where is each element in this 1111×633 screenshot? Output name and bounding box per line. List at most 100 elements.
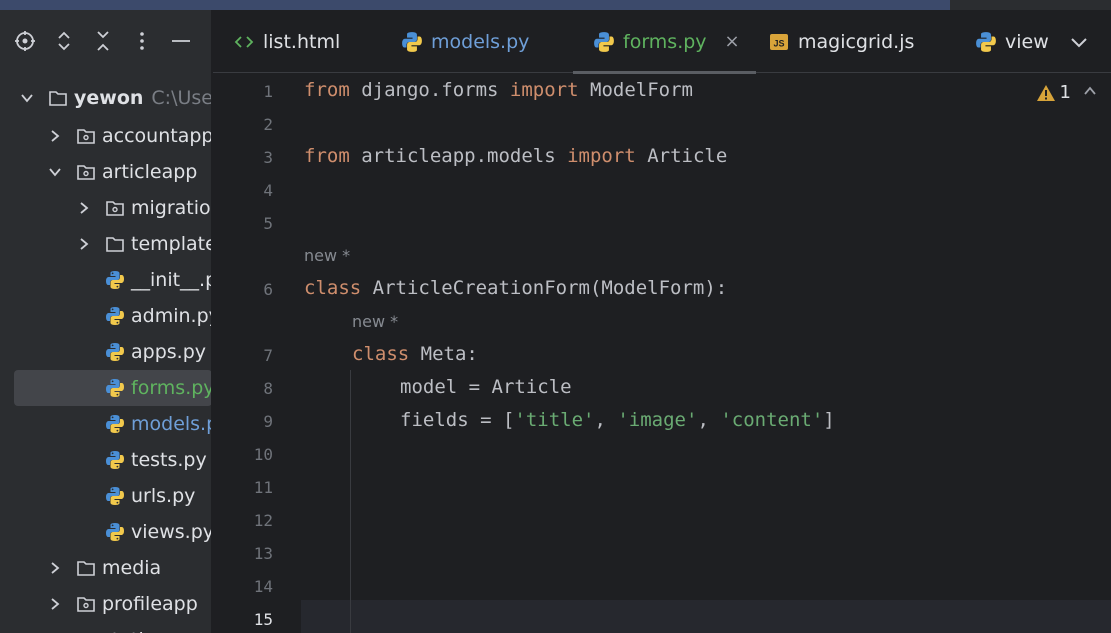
editor-tabs: list.html models.py forms.py × JS magicg… bbox=[213, 10, 1111, 74]
line-number: 11 bbox=[253, 478, 273, 497]
line-number: 7 bbox=[263, 346, 273, 365]
tree-item-project-root[interactable]: yewon C:\Use bbox=[0, 80, 212, 116]
keyword: import bbox=[509, 79, 579, 101]
tree-item-articleapp[interactable]: articleapp bbox=[0, 154, 211, 190]
package-icon bbox=[76, 126, 96, 146]
keyword: class bbox=[352, 343, 410, 365]
close-icon[interactable]: × bbox=[725, 31, 740, 52]
code-line[interactable]: fields = ['title', 'image', 'content'] bbox=[400, 409, 835, 431]
inspection-widget[interactable]: 1 bbox=[1036, 82, 1097, 103]
chevron-right-icon[interactable] bbox=[48, 597, 62, 611]
crosshair-icon[interactable] bbox=[14, 30, 36, 52]
tree-item-init-py[interactable]: __init__.p bbox=[0, 262, 211, 298]
indent-guide bbox=[350, 370, 351, 633]
svg-text:JS: JS bbox=[773, 38, 784, 48]
line-number: 2 bbox=[263, 115, 273, 134]
code-line[interactable]: class ArticleCreationForm(ModelForm): bbox=[304, 277, 727, 299]
tree-item-accountapp[interactable]: accountapp bbox=[0, 118, 211, 154]
python-icon bbox=[105, 450, 125, 470]
warning-count: 1 bbox=[1059, 82, 1071, 103]
project-tree: yewon C:\Use accountapp articleapp migra… bbox=[0, 80, 212, 633]
expand-icon[interactable] bbox=[53, 30, 75, 52]
chevron-right-icon[interactable] bbox=[48, 561, 62, 575]
chevron-right-icon[interactable] bbox=[77, 201, 91, 215]
code-line[interactable]: model = Article bbox=[400, 376, 572, 398]
python-icon bbox=[975, 31, 997, 53]
tree-item-tests-py[interactable]: tests.py bbox=[0, 442, 211, 478]
code-text: ModelForm bbox=[578, 79, 693, 101]
tree-item-label: migration bbox=[131, 197, 211, 219]
tree-item-templates[interactable]: template bbox=[0, 226, 212, 262]
tab-forms-py[interactable]: forms.py × bbox=[573, 10, 756, 74]
package-icon bbox=[76, 162, 96, 182]
python-icon bbox=[105, 342, 125, 362]
js-icon: JS bbox=[768, 31, 790, 53]
project-path: C:\Use bbox=[151, 87, 212, 109]
code-text: django.forms bbox=[349, 79, 510, 101]
string-literal: 'image' bbox=[617, 409, 698, 431]
line-number: 6 bbox=[263, 280, 273, 299]
chevron-down-icon[interactable] bbox=[20, 91, 34, 105]
python-icon bbox=[105, 522, 125, 542]
python-icon bbox=[105, 414, 125, 434]
chevron-down-icon[interactable] bbox=[48, 165, 62, 179]
tree-item-label: forms.py bbox=[131, 377, 212, 399]
line-number: 9 bbox=[263, 412, 273, 431]
tree-item-label: profileapp bbox=[102, 593, 198, 615]
collapse-icon[interactable] bbox=[92, 30, 114, 52]
line-number: 3 bbox=[263, 148, 273, 167]
package-icon bbox=[76, 594, 96, 614]
tab-models-py[interactable]: models.py bbox=[401, 10, 529, 73]
tree-item-apps-py[interactable]: apps.py bbox=[0, 334, 211, 370]
python-icon bbox=[593, 31, 615, 53]
chevron-right-icon[interactable] bbox=[77, 237, 91, 251]
tree-item-label: urls.py bbox=[131, 485, 196, 507]
tab-views-py[interactable]: view bbox=[975, 10, 1049, 73]
tree-item-profileapp[interactable]: profileapp bbox=[0, 586, 211, 622]
tab-magicgrid-js[interactable]: JS magicgrid.js bbox=[768, 10, 914, 73]
more-vertical-icon[interactable] bbox=[131, 30, 153, 52]
chevron-down-icon[interactable] bbox=[1067, 30, 1091, 54]
tree-item-migrations[interactable]: migration bbox=[0, 190, 211, 226]
tree-item-admin-py[interactable]: admin.py bbox=[0, 298, 211, 334]
line-number: 10 bbox=[253, 445, 273, 464]
tree-item-views-py[interactable]: views.py bbox=[0, 514, 212, 550]
code-text: ] bbox=[823, 409, 835, 431]
tab-list-html[interactable]: list.html bbox=[233, 10, 340, 73]
tree-item-label: template bbox=[131, 233, 212, 255]
python-icon bbox=[105, 378, 125, 398]
code-editor[interactable]: 1 2 3 4 5 6 7 8 9 10 11 12 13 14 15 from… bbox=[213, 74, 1111, 633]
folder-icon bbox=[105, 234, 125, 254]
chevron-up-icon[interactable] bbox=[1083, 82, 1097, 103]
inlay-hint[interactable]: new * bbox=[304, 246, 350, 265]
folder-icon bbox=[48, 88, 68, 108]
tree-item-static[interactable]: static bbox=[0, 622, 211, 633]
tab-label: models.py bbox=[431, 30, 530, 53]
python-icon bbox=[105, 306, 125, 326]
line-number: 4 bbox=[263, 181, 273, 200]
code-text: articleapp.models bbox=[349, 145, 568, 167]
code-line[interactable]: from articleapp.models import Article bbox=[304, 145, 727, 167]
chevron-right-icon[interactable] bbox=[48, 129, 62, 143]
code-line[interactable]: from django.forms import ModelForm bbox=[304, 79, 693, 101]
tree-item-label: static bbox=[102, 629, 154, 633]
tree-item-urls-py[interactable]: urls.py bbox=[0, 478, 211, 514]
tab-label: list.html bbox=[263, 30, 341, 53]
keyword: class bbox=[304, 277, 362, 299]
tree-item-label: apps.py bbox=[131, 341, 207, 363]
warning-icon bbox=[1036, 84, 1056, 102]
tree-item-forms-py[interactable]: forms.py bbox=[14, 370, 212, 406]
code-line[interactable]: class Meta: bbox=[352, 343, 478, 365]
tree-item-models-py[interactable]: models.p bbox=[0, 406, 211, 442]
line-number: 14 bbox=[253, 577, 273, 596]
tree-item-media[interactable]: media bbox=[0, 550, 211, 586]
tree-item-label: media bbox=[102, 557, 162, 579]
tab-label: magicgrid.js bbox=[798, 30, 915, 53]
folder-icon bbox=[76, 558, 96, 578]
string-literal: 'content' bbox=[720, 409, 824, 431]
tree-item-label: views.py bbox=[131, 521, 212, 543]
minimize-icon[interactable] bbox=[170, 30, 192, 52]
tree-item-label: articleapp bbox=[102, 161, 198, 183]
code-text: , bbox=[594, 409, 618, 431]
inlay-hint[interactable]: new * bbox=[352, 312, 398, 331]
